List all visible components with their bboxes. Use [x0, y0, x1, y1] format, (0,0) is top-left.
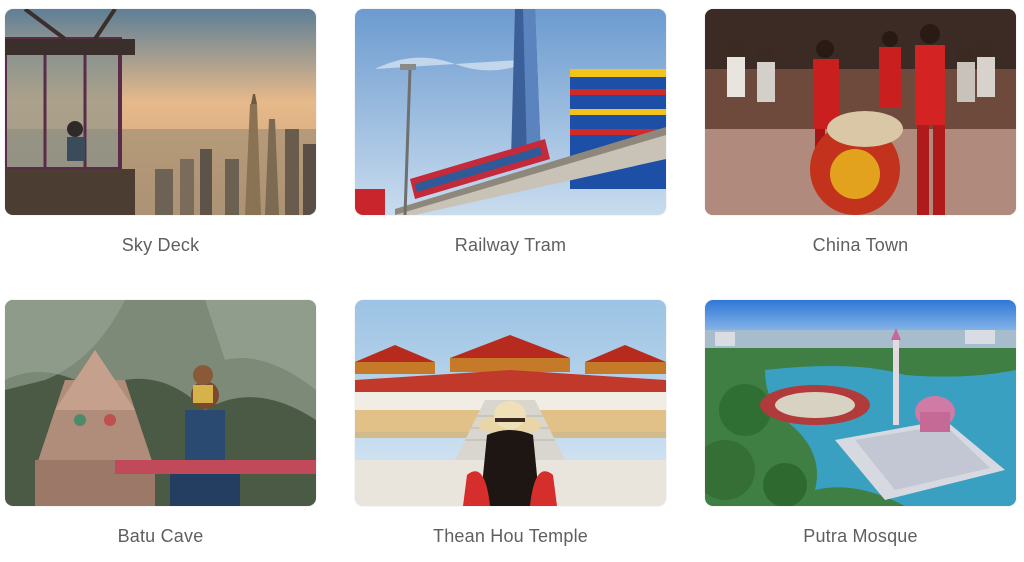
batu-cave-title[interactable]: Batu Cave	[5, 526, 316, 547]
attraction-card-sky-deck[interactable]: Sky Deck	[5, 9, 316, 256]
putra-mosque-title[interactable]: Putra Mosque	[705, 526, 1016, 547]
attraction-card-thean-hou-temple[interactable]: Thean Hou Temple	[355, 300, 666, 547]
sky-deck-title[interactable]: Sky Deck	[5, 235, 316, 256]
attractions-grid: Sky Deck Railway Tram China Town Batu Ca…	[0, 0, 1024, 562]
attraction-card-putra-mosque[interactable]: Putra Mosque	[705, 300, 1016, 547]
china-town-title[interactable]: China Town	[705, 235, 1016, 256]
attraction-card-china-town[interactable]: China Town	[705, 9, 1016, 256]
thean-hou-temple-image[interactable]	[355, 300, 666, 506]
sky-deck-image[interactable]	[5, 9, 316, 215]
putra-mosque-image[interactable]	[705, 300, 1016, 506]
attraction-card-railway-tram[interactable]: Railway Tram	[355, 9, 666, 256]
china-town-image[interactable]	[705, 9, 1016, 215]
attraction-card-batu-cave[interactable]: Batu Cave	[5, 300, 316, 547]
batu-cave-image[interactable]	[5, 300, 316, 506]
railway-tram-title[interactable]: Railway Tram	[355, 235, 666, 256]
railway-tram-image[interactable]	[355, 9, 666, 215]
thean-hou-temple-title[interactable]: Thean Hou Temple	[355, 526, 666, 547]
